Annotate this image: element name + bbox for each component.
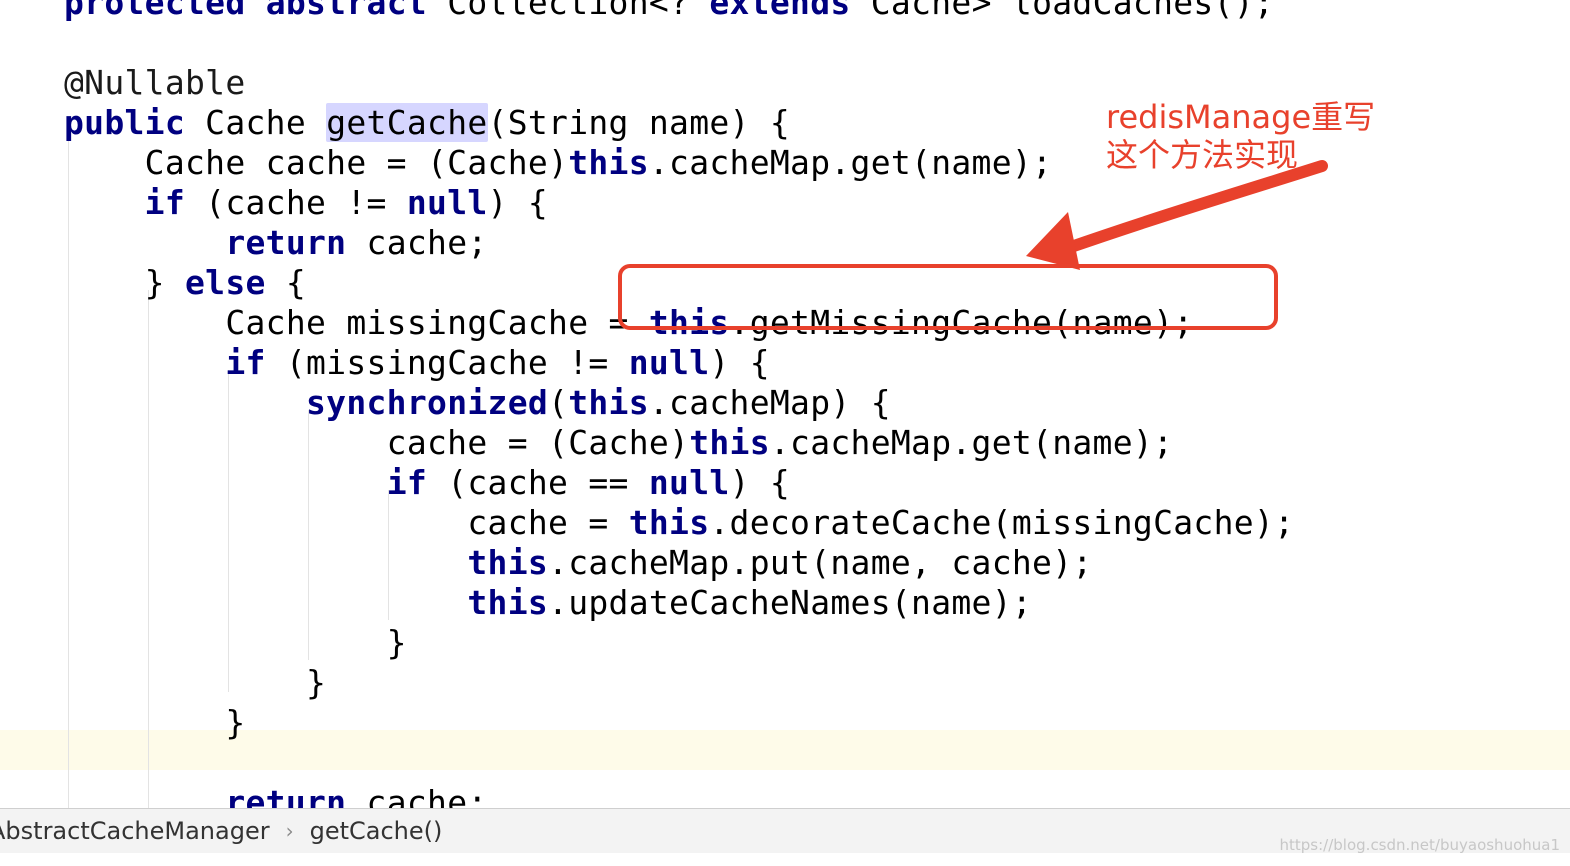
code-token: (cache == — [427, 463, 649, 502]
code-token: (cache != — [185, 183, 407, 222]
code-token: ( — [548, 383, 569, 422]
chevron-right-icon: › — [285, 819, 294, 843]
code-keyword: this — [628, 503, 710, 542]
code-token: ) { — [487, 183, 549, 222]
code-line: } — [64, 663, 326, 703]
code-keyword: if — [225, 343, 266, 382]
code-keyword: if — [144, 183, 186, 222]
code-line: return cache; — [64, 223, 488, 263]
code-keyword: this — [568, 143, 649, 182]
status-strip — [0, 853, 1570, 866]
code-keyword: return — [225, 783, 347, 808]
code-token: (String name) { — [487, 103, 791, 142]
callout-highlight-box — [618, 264, 1278, 330]
code-line: return cache; — [64, 783, 488, 808]
highlighted-method-name: getCache — [326, 103, 488, 142]
code-token: .updateCacheNames(name); — [548, 583, 1033, 622]
code-line: cache = (Cache)this.cacheMap.get(name); — [64, 423, 1173, 463]
code-token: ) { — [709, 343, 770, 382]
code-line: cache = this.decorateCache(missingCache)… — [64, 503, 1294, 543]
callout-annotation-text: redisManage重写这个方法实现 — [1106, 98, 1376, 174]
code-line: this.cacheMap.put(name, cache); — [64, 543, 1093, 583]
code-token: } — [64, 263, 186, 302]
code-line: } else { — [64, 263, 306, 303]
code-token: Collection<? — [427, 0, 710, 22]
code-keyword: null — [406, 183, 488, 222]
code-line: if (missingCache != null) { — [64, 343, 770, 383]
code-keyword: this — [467, 543, 549, 582]
code-keyword: public — [64, 103, 186, 142]
code-token: .decorateCache(missingCache); — [709, 503, 1295, 542]
code-line: public Cache getCache(String name) { — [64, 103, 790, 143]
code-token: cache; — [346, 783, 488, 808]
code-token: .cacheMap.put(name, cache); — [548, 543, 1093, 582]
code-keyword: if — [386, 463, 428, 502]
code-token: ) { — [729, 463, 791, 502]
code-line: Cache cache = (Cache)this.cacheMap.get(n… — [64, 143, 1052, 183]
breadcrumb-item-method[interactable]: getCache() — [310, 817, 443, 845]
code-keyword: synchronized — [306, 383, 549, 422]
code-token: { — [265, 263, 307, 302]
code-keyword: this — [467, 583, 549, 622]
code-line: } — [64, 703, 246, 743]
code-line: } — [64, 623, 407, 663]
code-token: } — [64, 663, 327, 702]
code-keyword: protected — [64, 0, 246, 22]
code-token: .cacheMap.get(name); — [648, 143, 1053, 182]
code-line: this.updateCacheNames(name); — [64, 583, 1032, 623]
code-token: .cacheMap) { — [648, 383, 891, 422]
code-token: } — [64, 623, 407, 662]
code-line: if (cache == null) { — [64, 463, 790, 503]
code-keyword: this — [568, 383, 649, 422]
code-editor[interactable]: protected abstract Collection<? extends … — [0, 0, 1570, 808]
code-keyword: this — [689, 423, 770, 462]
code-line: if (cache != null) { — [64, 183, 548, 223]
code-line: protected abstract Collection<? extends … — [64, 0, 1274, 23]
code-token: .cacheMap.get(name); — [769, 423, 1174, 462]
code-token: Cache> loadCaches(); — [850, 0, 1275, 22]
code-line: @Nullable — [64, 63, 246, 103]
code-token: Cache — [185, 103, 327, 142]
code-keyword: abstract — [265, 0, 428, 22]
code-token: (missingCache != — [265, 343, 629, 382]
code-token: cache = — [64, 503, 629, 542]
code-token: } — [64, 703, 246, 742]
code-token: @Nullable — [64, 63, 246, 102]
code-keyword: null — [648, 463, 730, 502]
code-keyword: return — [225, 223, 347, 262]
code-token: Cache missingCache = — [64, 303, 649, 342]
code-token: cache; — [346, 223, 488, 262]
code-token: cache = (Cache) — [64, 423, 690, 462]
code-keyword: null — [628, 343, 710, 382]
code-line: synchronized(this.cacheMap) { — [64, 383, 891, 423]
breadcrumb-item-class[interactable]: AbstractCacheManager — [0, 817, 270, 845]
code-token: Cache cache = (Cache) — [64, 143, 569, 182]
code-keyword: extends — [709, 0, 851, 22]
code-keyword: else — [185, 263, 266, 302]
watermark-text: https://blog.csdn.net/buyaoshuohua1 — [1279, 836, 1560, 854]
